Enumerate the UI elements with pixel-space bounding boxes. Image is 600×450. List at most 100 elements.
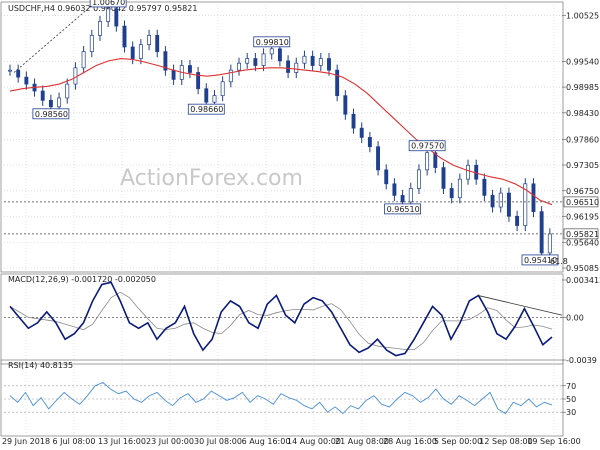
candle-body xyxy=(515,215,520,226)
fib-label: 61.8 xyxy=(550,257,568,266)
candle-body xyxy=(367,137,372,148)
candle-body xyxy=(343,95,348,115)
candle-body xyxy=(506,192,511,217)
candle-body xyxy=(212,95,217,103)
y-tick-label: 1.00525 xyxy=(566,12,599,21)
candle-body xyxy=(400,195,405,203)
candle-body xyxy=(441,167,446,189)
candle-body xyxy=(498,192,503,208)
candle-body xyxy=(457,178,462,199)
x-tick-label: 13 Jul 16:00 xyxy=(98,437,146,446)
candle-body xyxy=(384,169,389,185)
candle-body xyxy=(531,183,536,212)
candle-body xyxy=(24,76,29,85)
x-tick-label: 23 Jul 00:00 xyxy=(146,437,194,446)
candle-body xyxy=(302,55,307,64)
candle-body xyxy=(269,48,274,55)
x-tick-label: 19 Sep 16:00 xyxy=(527,437,580,446)
watermark: ActionForex.com xyxy=(120,166,303,191)
y-tick-label: 50 xyxy=(566,395,576,404)
x-tick-label: 5 Sep 00:00 xyxy=(434,437,482,446)
candle-body xyxy=(547,233,552,254)
candle-body xyxy=(89,35,94,52)
candle-body xyxy=(327,58,331,71)
candle-body xyxy=(237,62,241,71)
candle-body xyxy=(261,53,266,66)
candle-body xyxy=(16,69,21,78)
candle-body xyxy=(220,81,225,97)
candle-body xyxy=(277,48,282,62)
price-annotation-label: 0.96510 xyxy=(387,205,420,214)
y-tick-label: 0.97305 xyxy=(566,161,599,170)
candle-body xyxy=(490,195,495,208)
candle-body xyxy=(155,35,160,52)
candle-body xyxy=(57,97,62,108)
y-tick-label: 0.003412 xyxy=(566,276,600,285)
candle-body xyxy=(294,62,299,73)
candle-body xyxy=(81,51,86,69)
macd-trend-line xyxy=(477,295,563,316)
price-panel: 29 Jun 2018 6 Jul 08:00 13 Jul 16:00 23 Jul… xyxy=(0,0,600,446)
x-tick-label: 21 Aug 08:00 xyxy=(335,437,389,446)
price-annotation-label: 0.97570 xyxy=(411,142,444,151)
price-annotation-label: 1.00670 xyxy=(92,0,125,7)
y-tick-label: 0.98985 xyxy=(566,83,599,92)
candle-body xyxy=(335,69,340,97)
candle-body xyxy=(449,188,454,199)
x-tick-label: 30 Jul 08:00 xyxy=(194,437,242,446)
rsi-title: RSI(14) 40.8135 xyxy=(8,361,73,370)
y-tick-label: 0.97860 xyxy=(566,135,599,144)
candle-body xyxy=(130,46,135,59)
candle-body xyxy=(359,127,364,138)
level-label: 0.95821 xyxy=(566,230,599,239)
y-tick-label: 0.99540 xyxy=(566,57,599,66)
candle-body xyxy=(138,44,143,59)
rsi-line xyxy=(9,381,553,415)
candle-body xyxy=(40,90,45,101)
candle-body xyxy=(8,69,12,72)
candle-body xyxy=(122,25,127,48)
candle-body xyxy=(466,164,470,180)
candle-body xyxy=(204,88,209,103)
candle-body xyxy=(392,183,397,196)
y-tick-label: 0.96750 xyxy=(566,187,599,196)
y-tick-label: 0.00 xyxy=(566,313,584,322)
candle-body xyxy=(253,58,258,66)
y-tick-label: 0.95640 xyxy=(566,238,599,247)
candle-body xyxy=(318,58,323,66)
candle-body xyxy=(65,83,70,99)
candle-body xyxy=(147,35,151,45)
candle-body xyxy=(417,169,421,189)
candle-body xyxy=(245,58,250,64)
level-label: 0.96510 xyxy=(566,198,599,207)
price-annotation-label: 0.98560 xyxy=(35,110,68,119)
candle-body xyxy=(539,211,544,254)
y-tick-label: 0.96195 xyxy=(566,213,599,222)
candle-body xyxy=(106,8,111,22)
x-tick-label: 6 Aug 16:00 xyxy=(242,437,291,446)
price-annotation-label: 0.98660 xyxy=(190,105,223,114)
candle-body xyxy=(98,21,102,36)
candle-body xyxy=(482,178,487,196)
candle-body xyxy=(425,152,430,171)
x-tick-label: 12 Sep 08:00 xyxy=(479,437,532,446)
y-tick-label: 70 xyxy=(566,382,576,391)
candle-body xyxy=(187,65,192,73)
candle-body xyxy=(310,55,315,66)
macd-title: MACD(12,26,9) -0.001720 -0.002050 xyxy=(8,275,156,284)
candle-body xyxy=(48,99,53,108)
candle-body xyxy=(376,146,381,171)
candle-body xyxy=(408,188,413,203)
y-tick-label: 0.95085 xyxy=(566,264,599,273)
candle-body xyxy=(286,60,291,73)
y-tick-label: -0.0039 xyxy=(566,356,597,365)
x-tick-label: 29 Jun 2018 xyxy=(2,437,50,446)
price-annotation-label: 0.99810 xyxy=(256,38,289,47)
x-tick-label: 14 Aug 00:00 xyxy=(287,437,341,446)
forex-chart: 29 Jun 2018 6 Jul 08:00 13 Jul 16:00 23 Jul… xyxy=(0,0,600,450)
candle-body xyxy=(73,67,78,85)
candle-body xyxy=(351,113,356,129)
y-tick-label: 30 xyxy=(566,408,576,417)
x-tick-label: 28 Aug 16:00 xyxy=(383,437,437,446)
candle-body xyxy=(171,69,176,80)
